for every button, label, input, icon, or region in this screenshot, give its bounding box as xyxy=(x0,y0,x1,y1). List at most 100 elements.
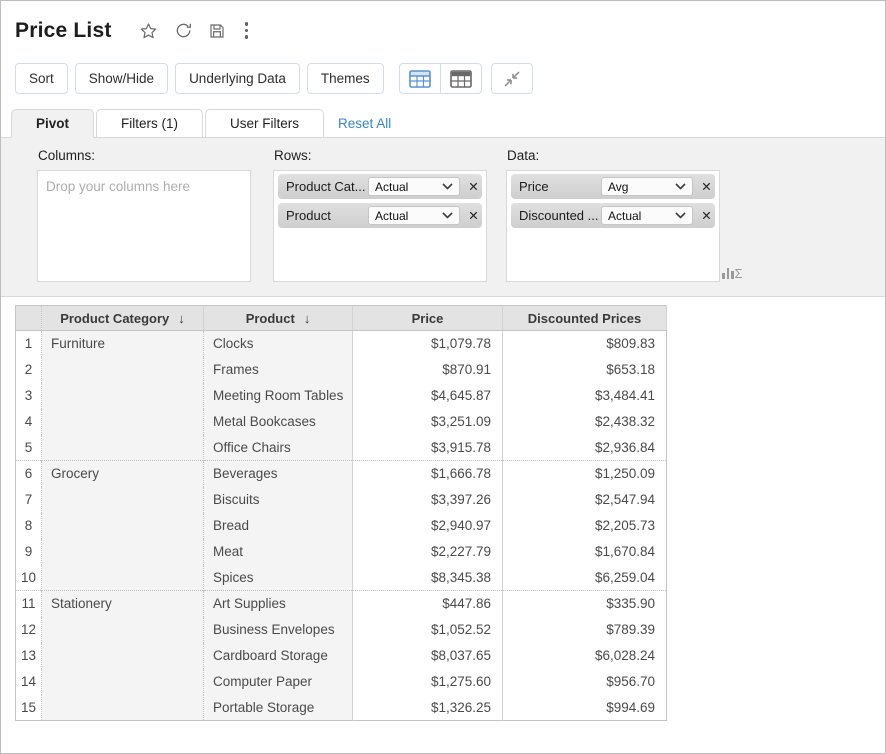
table-row: 2Frames$870.91$653.18 xyxy=(16,357,667,383)
view-toggle-group xyxy=(399,63,482,94)
table-row: 11StationeryArt Supplies$447.86$335.90 xyxy=(16,591,667,617)
row-number: 4 xyxy=(16,409,42,435)
rows-field-chip-product[interactable]: ProductActual ✕ xyxy=(278,203,482,228)
cell-product-category: Stationery xyxy=(42,591,204,617)
pivot-table-container: Product Category↓Product↓PriceDiscounted… xyxy=(15,305,885,721)
aggregation-dropdown[interactable]: Actual xyxy=(368,206,460,225)
cell-product-category xyxy=(42,617,204,643)
tab-pivot[interactable]: Pivot xyxy=(11,109,94,138)
row-number: 3 xyxy=(16,383,42,409)
remove-field-icon[interactable]: ✕ xyxy=(698,208,715,223)
refresh-icon[interactable] xyxy=(174,21,193,40)
aggregation-dropdown[interactable]: Actual xyxy=(601,206,693,225)
rows-drop-zone[interactable]: Product Cat...Actual ✕ ProductActual ✕ xyxy=(273,170,487,282)
chart-sigma-summary-icon[interactable]: Σ xyxy=(722,268,743,279)
tab-bar: PivotFilters (1)User Filters Reset All xyxy=(1,109,885,138)
row-number: 7 xyxy=(16,487,42,513)
cell-discounted-price: $2,438.32 xyxy=(503,409,667,435)
cell-product-category xyxy=(42,487,204,513)
cell-price: $3,251.09 xyxy=(353,409,503,435)
data-drop-zone[interactable]: PriceAvg ✕ Discounted ...Actual ✕ xyxy=(506,170,720,282)
grid-view-button[interactable] xyxy=(399,63,441,94)
row-number: 15 xyxy=(16,695,42,721)
column-header-product-category[interactable]: Product Category↓ xyxy=(42,306,204,331)
remove-field-icon[interactable]: ✕ xyxy=(465,179,482,194)
row-number: 5 xyxy=(16,435,42,461)
column-header-price[interactable]: Price xyxy=(353,306,503,331)
cell-product: Spices xyxy=(204,565,353,591)
cell-product: Metal Bookcases xyxy=(204,409,353,435)
toolbar-button-sort[interactable]: Sort xyxy=(15,63,68,94)
cell-product: Bread xyxy=(204,513,353,539)
aggregation-dropdown[interactable]: Actual xyxy=(368,177,460,196)
toolbar-button-show-hide[interactable]: Show/Hide xyxy=(75,63,168,94)
compact-view-button[interactable] xyxy=(440,63,482,94)
cell-discounted-price: $2,205.73 xyxy=(503,513,667,539)
cell-product-category xyxy=(42,409,204,435)
save-icon[interactable] xyxy=(208,22,226,40)
cell-product: Business Envelopes xyxy=(204,617,353,643)
rows-field-chip-product-cat[interactable]: Product Cat...Actual ✕ xyxy=(278,174,482,199)
remove-field-icon[interactable]: ✕ xyxy=(465,208,482,223)
reset-all-link[interactable]: Reset All xyxy=(338,116,391,131)
column-header-product[interactable]: Product↓ xyxy=(204,306,353,331)
title-row: Price List xyxy=(1,1,885,45)
data-field-chip-price[interactable]: PriceAvg ✕ xyxy=(511,174,715,199)
cell-product: Portable Storage xyxy=(204,695,353,721)
toolbar-buttons: SortShow/HideUnderlying DataThemes xyxy=(15,63,391,94)
table-row: 9Meat$2,227.79$1,670.84 xyxy=(16,539,667,565)
chevron-down-icon xyxy=(675,183,686,190)
field-name-label: Product Cat... xyxy=(278,179,368,194)
field-name-label: Product xyxy=(278,208,368,223)
cell-discounted-price: $1,250.09 xyxy=(503,461,667,487)
aggregation-dropdown[interactable]: Avg xyxy=(601,177,693,196)
cell-product: Clocks xyxy=(204,331,353,357)
table-row: 10Spices$8,345.38$6,259.04 xyxy=(16,565,667,591)
pivot-table: Product Category↓Product↓PriceDiscounted… xyxy=(15,305,667,721)
toolbar-button-themes[interactable]: Themes xyxy=(307,63,384,94)
cell-discounted-price: $2,936.84 xyxy=(503,435,667,461)
app-window: Price List SortShow/HideUnderlying DataT… xyxy=(0,0,886,754)
tab-user-filters[interactable]: User Filters xyxy=(205,109,324,138)
sigma-glyph: Σ xyxy=(735,268,743,279)
cell-price: $870.91 xyxy=(353,357,503,383)
rows-label: Rows: xyxy=(274,148,312,163)
cell-price: $447.86 xyxy=(353,591,503,617)
data-field-chip-discounted[interactable]: Discounted ...Actual ✕ xyxy=(511,203,715,228)
cell-price: $1,666.78 xyxy=(353,461,503,487)
collapse-panel-button[interactable] xyxy=(491,63,533,94)
remove-field-icon[interactable]: ✕ xyxy=(698,179,715,194)
row-number: 9 xyxy=(16,539,42,565)
row-number: 10 xyxy=(16,565,42,591)
table-row: 3Meeting Room Tables$4,645.87$3,484.41 xyxy=(16,383,667,409)
cell-product: Biscuits xyxy=(204,487,353,513)
cell-product: Beverages xyxy=(204,461,353,487)
favorite-star-icon[interactable] xyxy=(138,21,159,41)
field-name-label: Price xyxy=(511,179,601,194)
row-number: 12 xyxy=(16,617,42,643)
field-name-label: Discounted ... xyxy=(511,208,601,223)
header-row: Product Category↓Product↓PriceDiscounted… xyxy=(16,306,667,331)
row-number: 11 xyxy=(16,591,42,617)
column-header-discounted-prices[interactable]: Discounted Prices xyxy=(503,306,667,331)
cell-product: Cardboard Storage xyxy=(204,643,353,669)
cell-discounted-price: $2,547.94 xyxy=(503,487,667,513)
columns-drop-zone[interactable]: Drop your columns here xyxy=(37,170,251,282)
table-row: 7Biscuits$3,397.26$2,547.94 xyxy=(16,487,667,513)
table-row: 1FurnitureClocks$1,079.78$809.83 xyxy=(16,331,667,357)
tab-filters-1[interactable]: Filters (1) xyxy=(96,109,203,138)
more-options-kebab-icon[interactable] xyxy=(241,21,253,40)
cell-product: Computer Paper xyxy=(204,669,353,695)
toolbar-button-underlying-data[interactable]: Underlying Data xyxy=(175,63,300,94)
cell-discounted-price: $789.39 xyxy=(503,617,667,643)
table-row: 6GroceryBeverages$1,666.78$1,250.09 xyxy=(16,461,667,487)
table-row: 12Business Envelopes$1,052.52$789.39 xyxy=(16,617,667,643)
compact-view-icon xyxy=(450,70,472,88)
chevron-down-icon xyxy=(675,212,686,219)
title-actions xyxy=(138,21,253,41)
table-row: 14Computer Paper$1,275.60$956.70 xyxy=(16,669,667,695)
row-number: 8 xyxy=(16,513,42,539)
page-title: Price List xyxy=(15,19,112,43)
grid-view-icon xyxy=(409,70,431,88)
cell-discounted-price: $653.18 xyxy=(503,357,667,383)
